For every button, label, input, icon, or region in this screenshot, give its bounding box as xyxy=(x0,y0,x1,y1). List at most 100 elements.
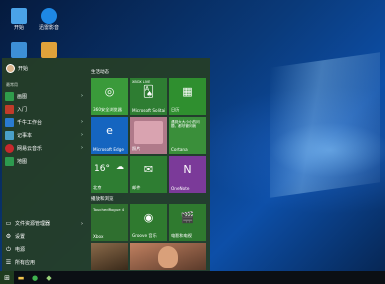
tile-weather[interactable]: 16° ☁ 北京 xyxy=(91,156,128,193)
user-name: 开始 xyxy=(18,66,29,72)
desktop-icon-computer[interactable]: 开始 xyxy=(2,8,36,32)
app-taskbar[interactable]: ◆ xyxy=(42,271,56,284)
notepad-icon xyxy=(5,130,14,140)
tips-icon xyxy=(5,104,14,114)
app-item-label: 网易云音乐 xyxy=(17,145,43,152)
edge-icon: e xyxy=(106,124,113,137)
mail-icon: ✉ xyxy=(143,163,154,176)
file-explorer-taskbar[interactable]: ▬ xyxy=(14,271,28,284)
avatar xyxy=(6,64,15,73)
qianniu-icon xyxy=(5,117,14,127)
tile-solitaire[interactable]: XBOX LIVE 🂡 Microsoft Solitaire Collecti… xyxy=(130,78,167,115)
system-item-label: 设置 xyxy=(15,234,26,240)
chevron-right-icon[interactable]: › xyxy=(81,132,83,138)
system-item-label: 所有应用 xyxy=(15,260,36,266)
most-used-label: 最常用 xyxy=(6,82,18,87)
app-item-label: 千牛工作台 xyxy=(17,119,43,126)
tile-label: 360安全浏览器 xyxy=(93,107,122,112)
media-player-icon xyxy=(41,8,57,24)
tile-label: Cortana xyxy=(171,147,188,152)
music-icon xyxy=(5,143,14,153)
tile-label: Microsoft Edge xyxy=(93,147,124,152)
settings-item[interactable]: ⚙ 设置 xyxy=(5,231,85,242)
taskbar: ⊞ ▬ ● ◆ xyxy=(0,271,385,284)
weather-icon: ☁ xyxy=(116,162,124,171)
windows-icon: ⊞ xyxy=(4,273,10,282)
system-item-label: 电源 xyxy=(15,247,26,253)
tile-label: 北京 xyxy=(93,185,102,190)
chevron-right-icon[interactable]: › xyxy=(81,93,83,99)
news-photo-icon xyxy=(91,243,128,270)
app-icon xyxy=(41,42,57,58)
group-label-play: 播放和浏览 xyxy=(91,197,114,202)
start-menu-left-column: 开始 最常用 画图 › 入门 千牛工作台 › 记事本 › 网易云音乐 › 地图 … xyxy=(2,58,87,271)
tile-edge[interactable]: e Microsoft Edge xyxy=(91,117,128,154)
onenote-icon: N xyxy=(183,163,192,176)
user-account[interactable]: 开始 xyxy=(6,64,28,73)
app-item-music[interactable]: 网易云音乐 › xyxy=(5,142,85,154)
gear-icon: ⚙ xyxy=(5,233,12,240)
chevron-right-icon[interactable]: › xyxy=(81,145,83,151)
computer-icon xyxy=(11,8,27,24)
globe-icon: ● xyxy=(31,273,39,282)
desktop-icon-media-player[interactable]: 迅雷影音 xyxy=(32,8,66,32)
globe-icon: ◎ xyxy=(104,85,115,98)
photo-icon xyxy=(134,121,163,144)
film-icon: 🎬 xyxy=(180,211,195,224)
chevron-right-icon[interactable]: › xyxy=(81,221,83,227)
app-item-notepad[interactable]: 记事本 › xyxy=(5,129,85,141)
app-item-paint[interactable]: 画图 › xyxy=(5,90,85,102)
weather-temp: 16° xyxy=(94,164,110,174)
tile-label: Xbox xyxy=(93,234,104,239)
browser-taskbar[interactable]: ● xyxy=(28,271,42,284)
file-explorer-item[interactable]: ▭ 文件资源管理器 › xyxy=(5,218,85,229)
cards-icon: 🂡 xyxy=(142,85,155,98)
tile-label: 邮件 xyxy=(132,185,141,190)
maps-icon xyxy=(5,156,14,166)
list-icon: ☰ xyxy=(5,259,12,266)
tile-cortana[interactable]: 遇到大大小小的问题，都尽管问我 Cortana xyxy=(169,117,206,154)
start-menu: 开始 最常用 画图 › 入门 千牛工作台 › 记事本 › 网易云音乐 › 地图 … xyxy=(2,58,210,271)
tile-label: 电影和电视 xyxy=(171,233,192,238)
tile-calendar[interactable]: ▦ 日历 xyxy=(169,78,206,115)
tile-top-text: XBOX LIVE xyxy=(132,80,151,84)
tile-xbox[interactable]: TouchedRogue 4 Xbox xyxy=(91,204,128,241)
tile-mail[interactable]: ✉ 邮件 xyxy=(130,156,167,193)
cortana-note: 遇到大大小小的问题，都尽管问我 xyxy=(171,120,200,129)
app-item-label: 地图 xyxy=(17,158,28,165)
app-item-qianniu[interactable]: 千牛工作台 › xyxy=(5,116,85,128)
tile-360-browser[interactable]: ◎ 360安全浏览器 xyxy=(91,78,128,115)
app-item-label: 入门 xyxy=(17,106,28,113)
tile-photos[interactable]: 照片 xyxy=(130,117,167,154)
calendar-icon: ▦ xyxy=(182,85,193,98)
power-icon: ⏻ xyxy=(6,246,11,253)
wallpaper-window-logo xyxy=(270,52,380,198)
tile-news-1[interactable] xyxy=(91,243,128,270)
power-item[interactable]: ⏻ 电源 xyxy=(5,244,85,255)
app-icon: ◆ xyxy=(46,273,52,282)
tile-label: 照片 xyxy=(132,146,141,151)
paint-icon xyxy=(5,91,14,101)
app-item-getstarted[interactable]: 入门 xyxy=(5,103,85,115)
app-item-maps[interactable]: 地图 xyxy=(5,155,85,167)
tile-movies[interactable]: 🎬 电影和电视 xyxy=(169,204,206,241)
xbox-note: TouchedRogue 4 xyxy=(93,207,125,212)
tile-label: 日历 xyxy=(171,107,180,112)
desktop-icon-label: 开始 xyxy=(13,25,24,31)
tile-label: Groove 音乐 xyxy=(132,233,157,238)
folder-icon: ▭ xyxy=(5,220,12,227)
tile-label: Microsoft Solitaire Collection xyxy=(132,108,165,113)
system-item-label: 文件资源管理器 xyxy=(15,221,51,227)
app-item-label: 记事本 xyxy=(17,132,33,139)
network-icon xyxy=(11,42,27,58)
tile-label: OneNote xyxy=(171,186,190,191)
tile-onenote[interactable]: N OneNote xyxy=(169,156,206,193)
desktop-icon-label: 迅雷影音 xyxy=(38,25,59,31)
app-item-label: 画图 xyxy=(17,93,28,100)
tile-news-2[interactable] xyxy=(130,243,206,270)
news-photo-icon xyxy=(158,246,178,268)
tile-groove[interactable]: ◉ Groove 音乐 xyxy=(130,204,167,241)
all-apps-item[interactable]: ☰ 所有应用 xyxy=(5,257,85,268)
chevron-right-icon[interactable]: › xyxy=(81,119,83,125)
start-button[interactable]: ⊞ xyxy=(0,271,14,284)
